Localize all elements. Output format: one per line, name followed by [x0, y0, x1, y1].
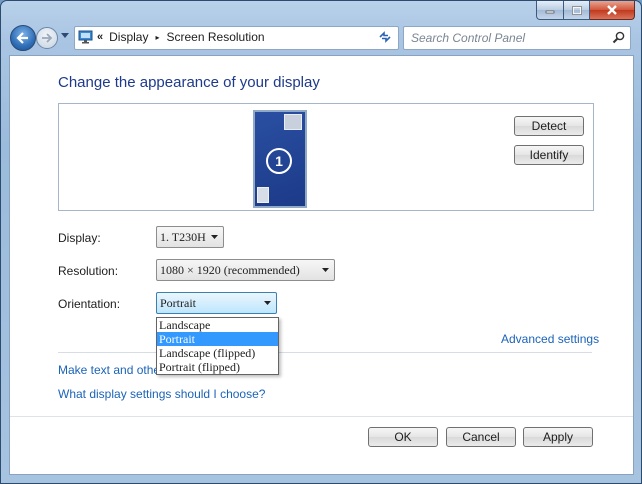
control-panel-window: « Display ▸ Screen Resolution Search Con… [0, 0, 642, 484]
maximize-icon [571, 5, 582, 15]
search-icon[interactable] [612, 31, 625, 44]
footer-divider [10, 416, 633, 417]
main-content: Change the appearance of your display 1 … [9, 55, 634, 475]
address-bar[interactable]: « Display ▸ Screen Resolution [74, 26, 443, 50]
breadcrumb-overflow-icon[interactable]: « [97, 31, 103, 43]
orientation-option-portrait[interactable]: Portrait [157, 332, 278, 346]
chevron-down-icon [322, 268, 329, 272]
text-size-link[interactable]: Make text and other [58, 363, 164, 377]
breadcrumb-separator-icon[interactable]: ▸ [155, 33, 159, 42]
identify-button[interactable]: Identify [514, 145, 584, 165]
caption-buttons [536, 1, 635, 20]
navigation-bar: « Display ▸ Screen Resolution Search Con… [1, 23, 641, 53]
taskbar-thumbnail-icon [257, 187, 269, 203]
refresh-button[interactable] [374, 26, 396, 48]
breadcrumb-screen-resolution[interactable]: Screen Resolution [167, 30, 265, 44]
cancel-button[interactable]: Cancel [446, 427, 516, 447]
orientation-option-landscape[interactable]: Landscape [157, 318, 278, 332]
back-button[interactable] [10, 25, 36, 51]
resolution-select[interactable]: 1080 × 1920 (recommended) [156, 259, 335, 281]
orientation-select-value: Portrait [160, 296, 196, 310]
close-icon [607, 5, 617, 15]
ok-button[interactable]: OK [368, 427, 438, 447]
detect-button[interactable]: Detect [514, 116, 584, 136]
orientation-option-portrait-flipped[interactable]: Portrait (flipped) [157, 360, 278, 374]
monitor-1[interactable]: 1 [253, 110, 307, 208]
forward-button[interactable] [36, 27, 58, 49]
display-label: Display: [58, 231, 101, 245]
forward-arrow-icon [42, 33, 53, 43]
resolution-label: Resolution: [58, 264, 119, 278]
display-settings-help-link[interactable]: What display settings should I choose? [58, 387, 265, 401]
search-box[interactable]: Search Control Panel [403, 26, 631, 50]
close-button[interactable] [590, 1, 635, 20]
breadcrumb: « Display ▸ Screen Resolution [97, 30, 265, 44]
resolution-select-value: 1080 × 1920 (recommended) [160, 263, 300, 277]
display-select-value: 1. T230H [160, 230, 206, 244]
search-placeholder: Search Control Panel [411, 31, 526, 45]
orientation-label: Orientation: [58, 297, 121, 311]
desktop-thumbnail-icon [284, 114, 302, 130]
refresh-icon [379, 31, 391, 43]
breadcrumb-display[interactable]: Display [109, 30, 148, 44]
chevron-down-icon [264, 301, 271, 305]
recent-pages-chevron-icon[interactable] [61, 33, 69, 38]
title-bar [1, 1, 641, 21]
maximize-button[interactable] [564, 1, 590, 20]
advanced-settings-link[interactable]: Advanced settings [501, 332, 599, 346]
section-divider [58, 352, 592, 353]
monitor-number: 1 [266, 148, 292, 174]
chevron-down-icon [211, 235, 218, 239]
display-select[interactable]: 1. T230H [156, 226, 224, 248]
back-arrow-icon [16, 32, 28, 44]
display-control-panel-icon [78, 30, 93, 44]
orientation-select[interactable]: Portrait [156, 292, 277, 314]
page-title: Change the appearance of your display [58, 74, 320, 91]
orientation-option-landscape-flipped[interactable]: Landscape (flipped) [157, 346, 278, 360]
minimize-icon [545, 10, 555, 14]
orientation-dropdown-list: Landscape Portrait Landscape (flipped) P… [156, 317, 279, 375]
minimize-button[interactable] [536, 1, 564, 20]
apply-button[interactable]: Apply [523, 427, 593, 447]
display-preview: 1 Detect Identify [58, 103, 594, 211]
